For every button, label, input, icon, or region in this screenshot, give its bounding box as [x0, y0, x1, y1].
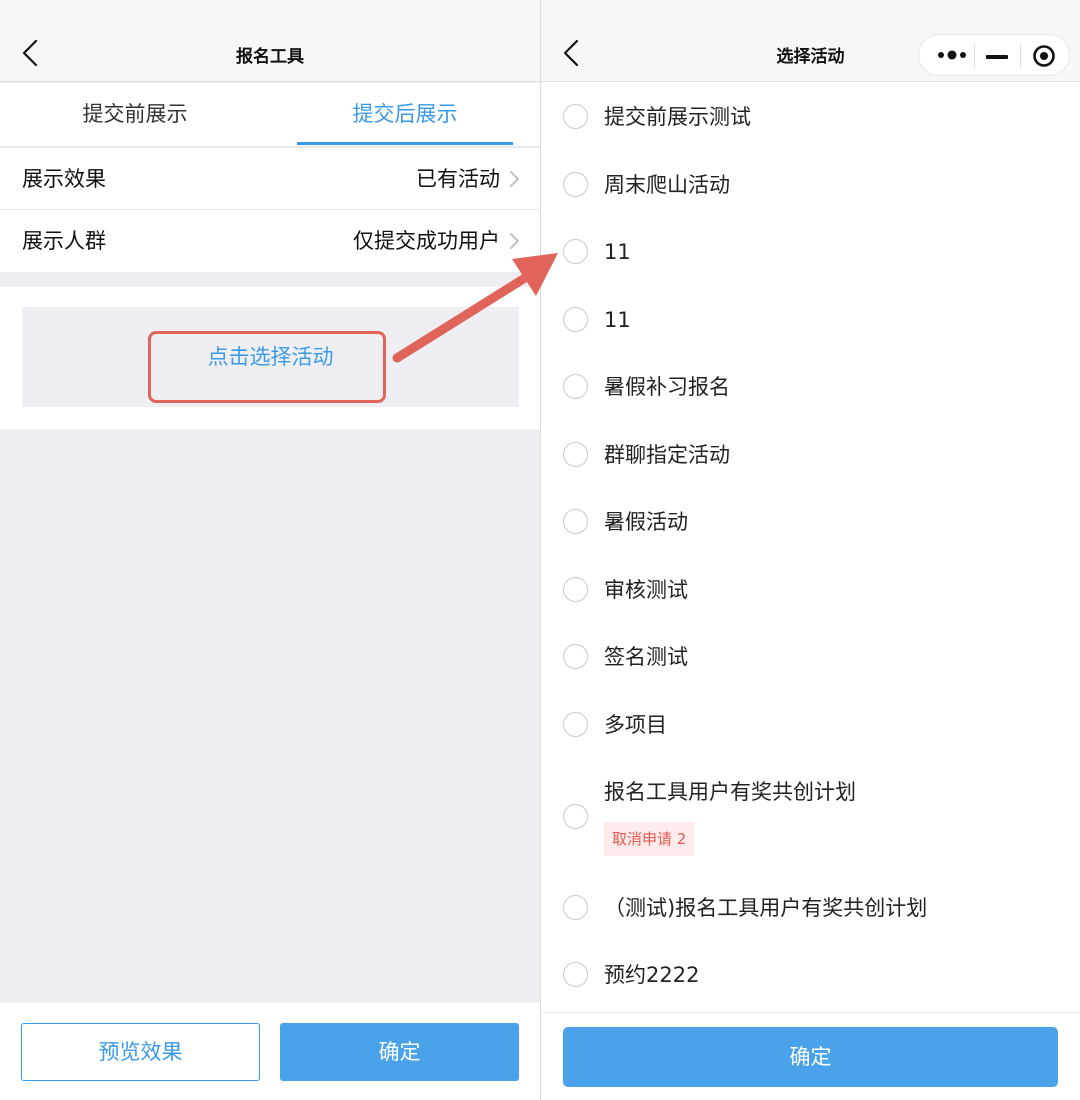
annotation-highlight-box [148, 331, 386, 403]
left-footer: 预览效果 确定 [0, 1003, 540, 1100]
activity-option[interactable]: 审核测试 [541, 560, 1080, 620]
activity-option[interactable]: （测试)报名工具用户有奖共创计划 [541, 878, 1080, 938]
display-effect-value: 已有活动 [416, 167, 500, 191]
activity-label: 报名工具用户有奖共创计划 [604, 780, 856, 804]
radio-button[interactable] [563, 644, 588, 669]
activity-option[interactable]: 暑假活动 [541, 492, 1080, 552]
chevron-right-icon [510, 233, 519, 249]
left-screen: 报名工具 提交前展示 提交后展示 展示效果 已有活动 展示人群 仅提交成功用户 … [0, 0, 540, 1100]
confirm-button[interactable]: 确定 [280, 1023, 519, 1081]
confirm-button[interactable]: 确定 [563, 1027, 1058, 1087]
right-footer: 确定 [541, 1012, 1080, 1100]
activity-option[interactable]: 11 [541, 290, 1080, 350]
activity-option[interactable]: 暑假补习报名 [541, 357, 1080, 417]
activity-label: 暑假活动 [604, 510, 688, 534]
activity-option[interactable]: 提交前展示测试 [541, 87, 1080, 147]
tab-after-submit[interactable]: 提交后展示 [270, 83, 540, 147]
activity-label: 11 [604, 308, 631, 332]
display-audience-label: 展示人群 [22, 229, 106, 253]
activity-label: 群聊指定活动 [604, 443, 730, 467]
radio-button[interactable] [563, 577, 588, 602]
radio-button[interactable] [563, 712, 588, 737]
radio-button[interactable] [563, 509, 588, 534]
radio-button[interactable] [563, 804, 588, 829]
activity-option[interactable]: 多项目 [541, 695, 1080, 755]
page-title: 报名工具 [236, 47, 304, 67]
active-tab-indicator [297, 142, 513, 145]
chevron-right-icon [510, 171, 519, 187]
target-close-icon[interactable] [1032, 44, 1056, 68]
activity-label: 多项目 [604, 713, 667, 737]
radio-button[interactable] [563, 239, 588, 264]
radio-button[interactable] [563, 895, 588, 920]
radio-button[interactable] [563, 442, 588, 467]
activity-label: 周末爬山活动 [604, 173, 730, 197]
radio-button[interactable] [563, 104, 588, 129]
more-dots-icon[interactable] [935, 45, 973, 65]
status-tag: 取消申请 2 [604, 822, 695, 856]
radio-button[interactable] [563, 962, 588, 987]
display-audience-row[interactable]: 展示人群 仅提交成功用户 [0, 210, 540, 272]
activity-label: 审核测试 [604, 578, 688, 602]
activity-label: 提交前展示测试 [604, 105, 751, 129]
activity-option[interactable]: 周末爬山活动 [541, 155, 1080, 215]
activity-label: 签名测试 [604, 645, 688, 669]
display-effect-label: 展示效果 [22, 167, 106, 191]
display-audience-value: 仅提交成功用户 [353, 229, 500, 253]
activity-label: 11 [604, 240, 631, 264]
activity-option[interactable]: 签名测试 [541, 627, 1080, 687]
display-effect-row[interactable]: 展示效果 已有活动 [0, 148, 540, 210]
minimize-icon[interactable] [986, 55, 1008, 59]
activity-label: 预约2222 [604, 963, 700, 987]
radio-button[interactable] [563, 307, 588, 332]
activity-option[interactable]: 群聊指定活动 [541, 425, 1080, 485]
capsule-separator [1020, 44, 1021, 68]
tab-bar: 提交前展示 提交后展示 [0, 83, 540, 147]
activity-option[interactable]: 预约2222 [541, 945, 1080, 1005]
activity-label: （测试)报名工具用户有奖共创计划 [604, 896, 928, 920]
activity-option[interactable]: 11 [541, 222, 1080, 282]
right-navbar: 选择活动 [541, 0, 1080, 82]
radio-button[interactable] [563, 172, 588, 197]
left-navbar: 报名工具 [0, 0, 540, 82]
activity-label: 暑假补习报名 [604, 375, 730, 399]
radio-button[interactable] [563, 374, 588, 399]
tab-before-submit[interactable]: 提交前展示 [0, 83, 270, 147]
preview-button[interactable]: 预览效果 [21, 1023, 260, 1081]
capsule-separator [974, 44, 975, 68]
miniprogram-capsule [918, 34, 1070, 76]
activity-option[interactable]: 报名工具用户有奖共创计划 [541, 762, 1080, 804]
right-screen: 选择活动 提交前展示测试 周末爬山活动 11 11 暑假补习报名 群聊指定活动 … [541, 0, 1080, 1100]
